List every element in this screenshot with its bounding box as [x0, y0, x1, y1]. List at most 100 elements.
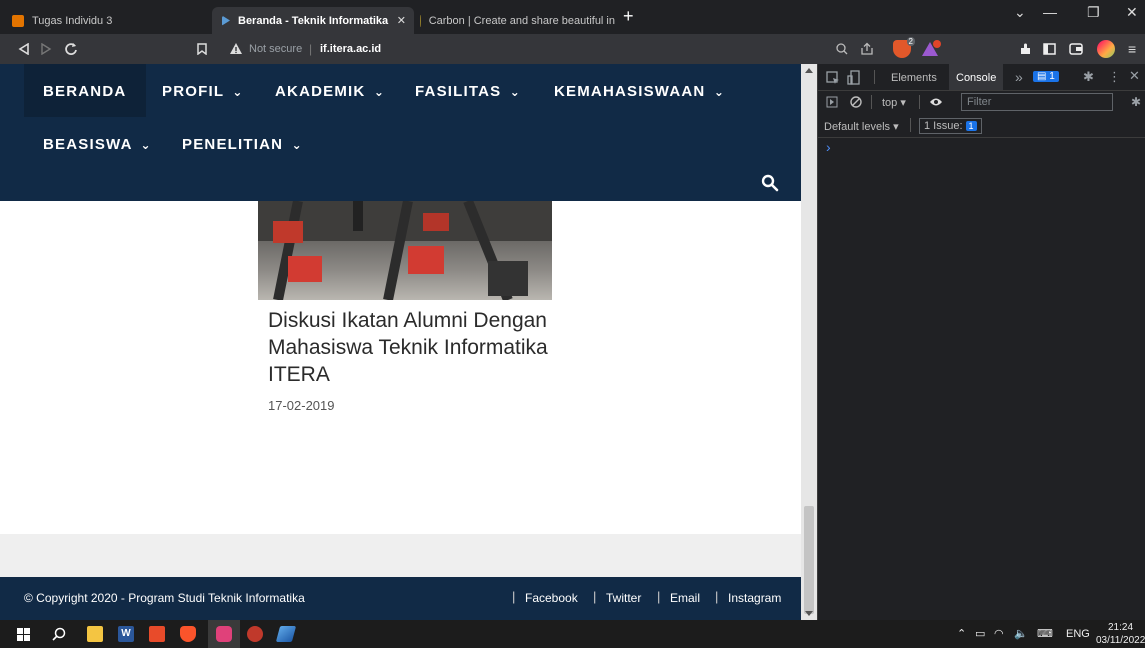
scroll-down-icon[interactable] [805, 611, 813, 616]
article-date: 17-02-2019 [268, 398, 335, 413]
carbon-icon [420, 15, 421, 27]
address-separator: | [309, 42, 313, 56]
sidebar-toggle-icon[interactable] [826, 96, 838, 108]
footer-separator: | [593, 589, 597, 604]
wallet-icon[interactable] [1069, 43, 1083, 55]
console-prompt[interactable]: › [826, 139, 831, 155]
keyboard-icon[interactable]: ⌨ [1037, 627, 1053, 640]
tab-title: Carbon | Create and share beautiful in [428, 15, 615, 27]
settings-icon[interactable]: ✱ [1083, 69, 1094, 85]
address-url[interactable]: if.itera.ac.id [320, 43, 381, 55]
page-scrollbar[interactable] [801, 64, 817, 620]
scroll-up-icon[interactable] [805, 68, 813, 73]
footer-link-twitter[interactable]: Twitter [606, 591, 641, 605]
devtools-close-icon[interactable]: ✕ [1129, 68, 1140, 84]
brave-shields-icon[interactable]: 2 [893, 37, 915, 58]
brave-dev-icon[interactable] [216, 626, 232, 642]
issues-count: 1 [965, 121, 977, 131]
notification-dot-icon [933, 40, 941, 48]
scrollbar-thumb[interactable] [804, 506, 814, 614]
toolbar-divider [874, 70, 875, 84]
chevron-down-icon: ⌄ [140, 138, 152, 152]
file-explorer-icon[interactable] [87, 626, 103, 642]
tab-title: Beranda - Teknik Informatika [238, 14, 389, 27]
language-indicator[interactable]: ENG [1066, 628, 1090, 640]
nav-label: PROFIL [162, 83, 224, 100]
divider [818, 90, 1145, 91]
extensions-icon[interactable] [1018, 42, 1032, 56]
levels-label: Default levels [824, 121, 891, 133]
zoom-icon[interactable] [836, 43, 848, 55]
windows-taskbar: W ⌃ ▭ ◠ 🔈 ⌨ ENG 21:24 03/11/2022 [0, 620, 1145, 648]
nav-item-akademik[interactable]: AKADEMIK ⌄ [275, 83, 385, 100]
sublime-icon[interactable] [149, 626, 165, 642]
minimize-button[interactable]: — [1043, 4, 1057, 20]
nav-item-fasilitas[interactable]: FASILITAS ⌄ [415, 83, 521, 100]
chevron-down-icon: ⌄ [291, 138, 303, 152]
more-tabs-icon[interactable]: » [1015, 69, 1023, 85]
footer-link-instagram[interactable]: Instagram [728, 591, 781, 605]
context-selector[interactable]: top ▾ [882, 96, 906, 109]
clock-time[interactable]: 21:24 [1108, 622, 1133, 633]
clear-console-icon[interactable] [850, 96, 862, 108]
chevron-down-icon: ⌄ [713, 85, 726, 99]
back-icon[interactable] [18, 43, 30, 55]
bookmark-icon[interactable] [197, 43, 207, 55]
search-icon[interactable] [761, 174, 779, 192]
log-levels-dropdown[interactable]: Default levels ▾ [824, 120, 899, 133]
profile-avatar[interactable] [1097, 40, 1115, 58]
site-footer: © Copyright 2020 - Program Studi Teknik … [0, 577, 801, 620]
inspect-element-icon[interactable] [826, 71, 840, 85]
article-title[interactable]: Diskusi Ikatan Alumni Dengan Mahasiswa T… [268, 307, 558, 388]
new-tab-button[interactable]: + [623, 6, 634, 27]
tray-chevron-icon[interactable]: ⌃ [957, 627, 966, 640]
device-toolbar-icon[interactable] [847, 70, 861, 85]
nav-item-kemahasiswaan[interactable]: KEMAHASISWAAN ⌄ [554, 83, 725, 100]
devtools-tab-console[interactable]: Console [949, 64, 1004, 90]
drive-icon [12, 15, 24, 27]
issues-button[interactable]: 1 Issue: 1 [919, 118, 982, 134]
window-close-button[interactable]: ✕ [1126, 4, 1138, 21]
menu-icon[interactable]: ≡ [1128, 41, 1136, 57]
browser-tab-carbon[interactable]: Carbon | Create and share beautiful in [420, 8, 615, 34]
chevron-down-icon: ⌄ [509, 85, 521, 99]
footer-link-facebook[interactable]: Facebook [525, 591, 578, 605]
clock-date[interactable]: 03/11/2022 [1096, 635, 1145, 646]
battery-icon[interactable]: ▭ [975, 627, 985, 640]
app-icon[interactable] [247, 626, 263, 642]
reload-icon[interactable] [64, 42, 78, 56]
nav-item-penelitian[interactable]: PENELITIAN ⌄ [182, 136, 303, 153]
nav-label: FASILITAS [415, 83, 502, 100]
restore-button[interactable]: ❐ [1087, 4, 1100, 21]
nav-label: AKADEMIK [275, 83, 366, 100]
sidebar-icon[interactable] [1043, 43, 1056, 55]
main-navigation: BERANDA PROFIL ⌄ AKADEMIK ⌄ FASILITAS ⌄ … [0, 64, 801, 201]
nav-item-profil[interactable]: PROFIL ⌄ [162, 83, 244, 100]
devtools-tab-elements[interactable]: Elements [891, 72, 937, 84]
search-taskbar-icon[interactable] [52, 627, 66, 641]
footer-link-email[interactable]: Email [670, 591, 700, 605]
snipping-tool-icon[interactable] [275, 626, 297, 642]
wifi-icon[interactable]: ◠ [994, 627, 1004, 640]
share-icon[interactable] [860, 42, 874, 56]
browser-toolbar: Not secure | if.itera.ac.id 2 ≡ [0, 34, 1145, 64]
nav-item-beasiswa[interactable]: BEASISWA ⌄ [43, 136, 152, 153]
security-label[interactable]: Not secure [249, 43, 302, 55]
forward-icon[interactable] [40, 43, 52, 55]
browser-tab-beranda[interactable]: Beranda - Teknik Informatika ✕ [212, 7, 414, 34]
nav-item-beranda[interactable]: BERANDA [24, 64, 147, 117]
windows-start-icon[interactable] [17, 628, 30, 641]
filter-input[interactable]: Filter [961, 93, 1113, 111]
kebab-menu-icon[interactable]: ⋮ [1108, 69, 1121, 85]
brave-browser-icon[interactable] [180, 626, 196, 642]
live-expression-eye-icon[interactable] [929, 97, 943, 107]
browser-tab-tugas[interactable]: Tugas Individu 3 [12, 8, 192, 34]
tab-close-icon[interactable]: ✕ [397, 14, 406, 27]
volume-icon[interactable]: 🔈 [1014, 627, 1028, 640]
issues-counter[interactable]: ▤ 1 [1033, 71, 1059, 82]
console-settings-icon[interactable]: ✱ [1131, 95, 1141, 109]
article-thumbnail[interactable] [258, 201, 552, 300]
filter-placeholder: Filter [967, 96, 992, 108]
word-icon[interactable]: W [118, 626, 134, 642]
tab-search-icon[interactable]: ⌄ [1014, 4, 1026, 21]
